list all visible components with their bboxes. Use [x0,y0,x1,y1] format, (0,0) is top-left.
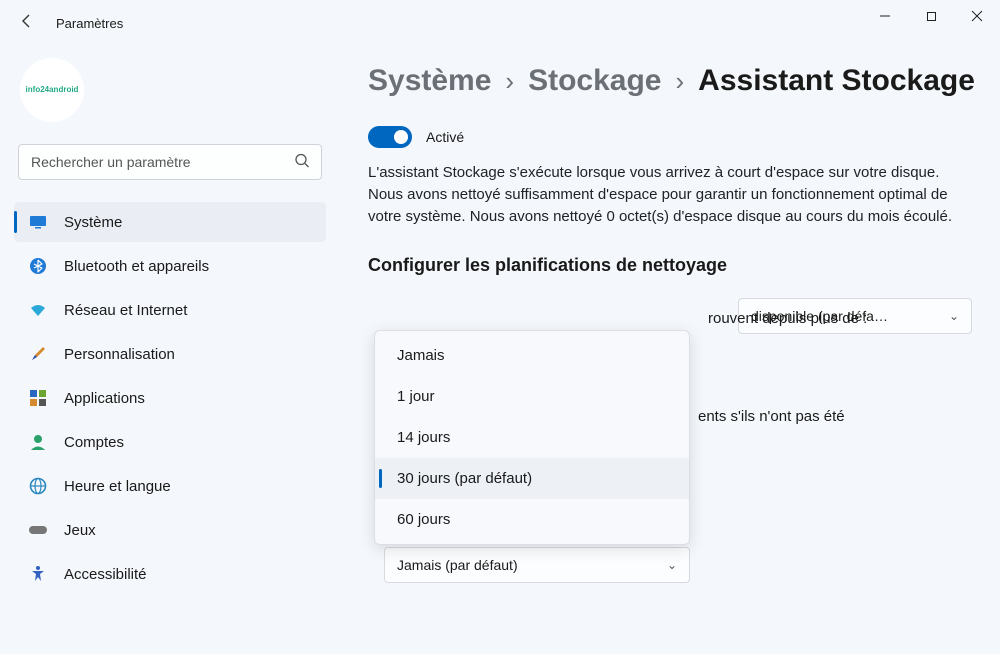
sidebar-item-label: Heure et langue [64,478,171,495]
person-icon [28,432,48,452]
search-input[interactable] [18,144,322,180]
dropdown-option[interactable]: 1 jour [375,376,689,417]
toggle-label: Activé [426,129,464,145]
sidebar-item-apps[interactable]: Applications [14,378,326,418]
cleanup-schedules-heading: Configurer les planifications de nettoya… [368,255,972,276]
accessibility-icon [28,564,48,584]
sidebar-item-label: Personnalisation [64,346,175,363]
breadcrumb-current: Assistant Stockage [698,64,975,98]
sidebar-item-label: Jeux [64,522,96,539]
downloads-delete-selector[interactable]: Jamais (par défaut) ⌄ [384,547,690,583]
sidebar-item-personalization[interactable]: Personnalisation [14,334,326,374]
recycle-bin-age-dropdown[interactable]: Jamais 1 jour 14 jours 30 jours (par déf… [374,330,690,545]
chevron-right-icon: › [505,66,514,97]
monitor-icon [28,212,48,232]
chevron-down-icon: ⌄ [667,558,677,572]
gamepad-icon [28,520,48,540]
sidebar-item-label: Réseau et Internet [64,302,187,319]
partial-text: rouvent depuis plus de : [708,310,867,327]
storage-sense-toggle[interactable] [368,126,412,148]
brush-icon [28,344,48,364]
sidebar-item-label: Comptes [64,434,124,451]
window-title: Paramètres [56,16,123,31]
wifi-icon [28,300,48,320]
chevron-down-icon: ⌄ [949,309,959,323]
sidebar-item-accounts[interactable]: Comptes [14,422,326,462]
partial-text: ents s'ils n'ont pas été [698,408,845,425]
sidebar-item-time-language[interactable]: Heure et langue [14,466,326,506]
clock-globe-icon [28,476,48,496]
sidebar-item-label: Accessibilité [64,566,147,583]
sidebar-item-system[interactable]: Système [14,202,326,242]
breadcrumb-system[interactable]: Système [368,64,491,98]
sidebar-item-label: Système [64,214,122,231]
sidebar-item-label: Applications [64,390,145,407]
sidebar-item-gaming[interactable]: Jeux [14,510,326,550]
dropdown-option-selected[interactable]: 30 jours (par défaut) [375,458,689,499]
apps-icon [28,388,48,408]
close-button[interactable] [954,0,1000,32]
dropdown-option[interactable]: 14 jours [375,417,689,458]
storage-sense-description: L'assistant Stockage s'exécute lorsque v… [368,162,958,227]
dropdown-option[interactable]: Jamais [375,335,689,376]
back-button[interactable] [18,12,36,35]
breadcrumb: Système › Stockage › Assistant Stockage [368,64,972,98]
sidebar-item-network[interactable]: Réseau et Internet [14,290,326,330]
sidebar-item-accessibility[interactable]: Accessibilité [14,554,326,594]
dropdown-option[interactable]: 60 jours [375,499,689,540]
sidebar-item-bluetooth[interactable]: Bluetooth et appareils [14,246,326,286]
sidebar-item-label: Bluetooth et appareils [64,258,209,275]
breadcrumb-storage[interactable]: Stockage [528,64,661,98]
avatar[interactable]: info24android [20,58,84,122]
minimize-button[interactable] [862,0,908,32]
maximize-button[interactable] [908,0,954,32]
bluetooth-icon [28,256,48,276]
chevron-right-icon: › [675,66,684,97]
